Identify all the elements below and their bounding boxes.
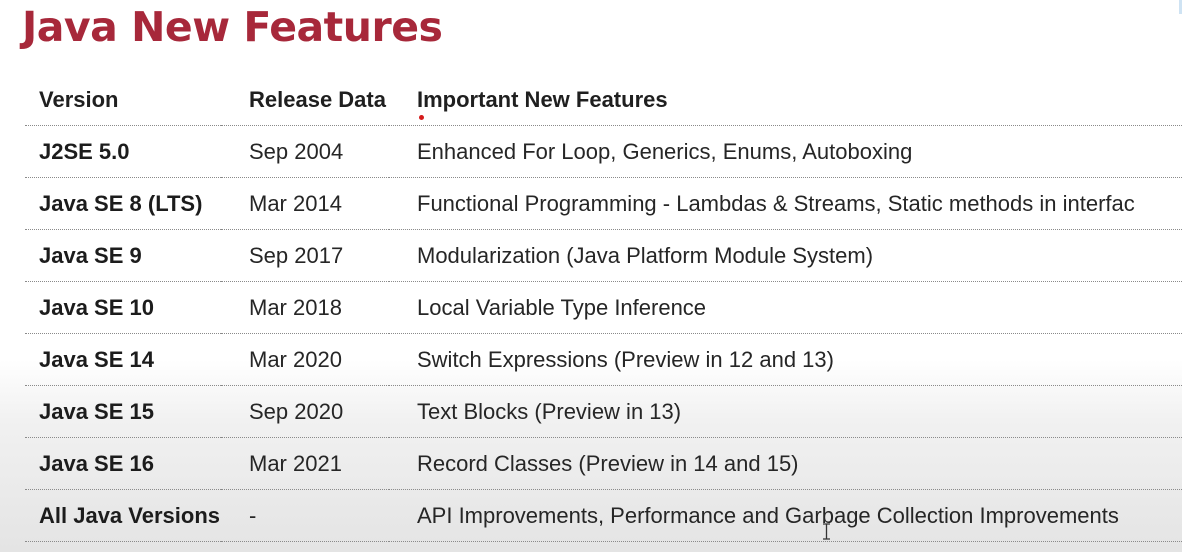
table-row: All Java Versions - API Improvements, Pe… — [25, 489, 1182, 542]
row-release-date: Sep 2017 — [221, 229, 389, 282]
row-release-date: Mar 2014 — [221, 177, 389, 230]
table-row: Java SE 16 Mar 2021 Record Classes (Prev… — [25, 437, 1182, 490]
row-release-date: Mar 2021 — [221, 437, 389, 490]
table-row: Java SE 8 (LTS) Mar 2014 Functional Prog… — [25, 177, 1182, 230]
row-version: Java SE 15 — [25, 385, 221, 438]
header-release-date: Release Data — [221, 74, 389, 126]
row-features: Switch Expressions (Preview in 12 and 13… — [389, 333, 1182, 386]
header-version: Version — [25, 74, 221, 126]
row-features: Functional Programming - Lambdas & Strea… — [389, 177, 1182, 230]
row-release-date: - — [221, 489, 389, 542]
row-version: J2SE 5.0 — [25, 125, 221, 178]
table-header-row: Version Release Data Important New Featu… — [25, 74, 1182, 126]
table-row: Java SE 15 Sep 2020 Text Blocks (Preview… — [25, 385, 1182, 438]
red-pointer-dot — [419, 115, 424, 120]
row-features: Local Variable Type Inference — [389, 281, 1182, 334]
row-features: Record Classes (Preview in 14 and 15) — [389, 437, 1182, 490]
row-release-date: Mar 2018 — [221, 281, 389, 334]
row-version: Java SE 8 (LTS) — [25, 177, 221, 230]
row-version: Java SE 9 — [25, 229, 221, 282]
row-features: API Improvements, Performance and Garbag… — [389, 489, 1182, 542]
row-release-date: Mar 2020 — [221, 333, 389, 386]
row-release-date: Sep 2020 — [221, 385, 389, 438]
row-features: Modularization (Java Platform Module Sys… — [389, 229, 1182, 282]
text-cursor-icon — [823, 523, 830, 540]
table-row: J2SE 5.0 Sep 2004 Enhanced For Loop, Gen… — [25, 125, 1182, 178]
table-row: Java SE 14 Mar 2020 Switch Expressions (… — [25, 333, 1182, 386]
table-row: Java SE 10 Mar 2018 Local Variable Type … — [25, 281, 1182, 334]
row-features: Text Blocks (Preview in 13) — [389, 385, 1182, 438]
row-version: All Java Versions — [25, 489, 221, 542]
row-version: Java SE 16 — [25, 437, 221, 490]
row-version: Java SE 10 — [25, 281, 221, 334]
row-release-date: Sep 2004 — [221, 125, 389, 178]
java-features-table: Version Release Data Important New Featu… — [25, 74, 1182, 542]
row-version: Java SE 14 — [25, 333, 221, 386]
page-title: Java New Features — [22, 3, 443, 51]
header-important-features: Important New Features — [389, 74, 1182, 126]
row-features: Enhanced For Loop, Generics, Enums, Auto… — [389, 125, 1182, 178]
table-row: Java SE 9 Sep 2017 Modularization (Java … — [25, 229, 1182, 282]
